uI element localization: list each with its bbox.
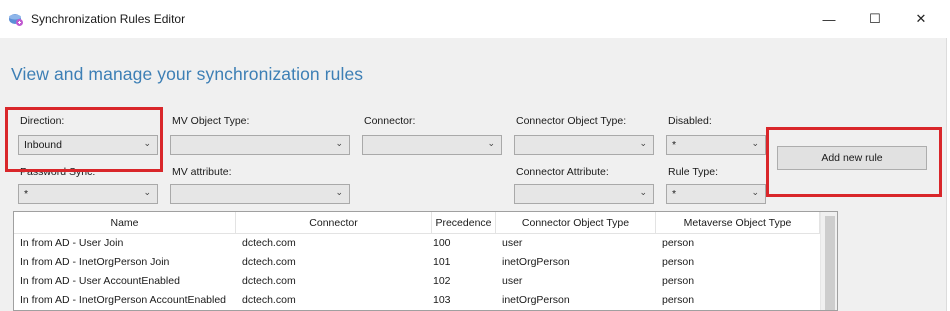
mv-object-type-combo[interactable]: ⌄ bbox=[170, 135, 350, 155]
maximize-button[interactable]: ☐ bbox=[852, 0, 898, 38]
close-button[interactable]: ✕ bbox=[898, 0, 944, 38]
row-4-precedence[interactable]: 103 bbox=[433, 294, 451, 306]
row-4-connector-object-type[interactable]: inetOrgPerson bbox=[502, 294, 570, 306]
rules-grid[interactable]: Name Connector Precedence Connector Obje… bbox=[13, 211, 838, 311]
column-header-precedence[interactable]: Precedence bbox=[432, 212, 496, 234]
chevron-down-icon: ⌄ bbox=[639, 187, 647, 197]
rule-type-value: * bbox=[672, 188, 677, 200]
password-sync-value: * bbox=[24, 188, 29, 200]
connector-attribute-label: Connector Attribute: bbox=[516, 166, 609, 178]
column-header-name[interactable]: Name bbox=[14, 212, 236, 234]
chevron-down-icon: ⌄ bbox=[335, 187, 343, 197]
chevron-down-icon: ⌄ bbox=[487, 138, 495, 148]
row-1-connector-object-type[interactable]: user bbox=[502, 237, 522, 249]
password-sync-combo[interactable]: * ⌄ bbox=[18, 184, 158, 204]
chevron-down-icon: ⌄ bbox=[143, 187, 151, 197]
disabled-label: Disabled: bbox=[668, 115, 712, 127]
column-header-connector[interactable]: Connector bbox=[236, 212, 432, 234]
row-2-name[interactable]: In from AD - InetOrgPerson Join bbox=[20, 256, 169, 268]
row-3-metaverse-object-type[interactable]: person bbox=[662, 275, 694, 287]
direction-highlight bbox=[5, 107, 163, 172]
row-2-metaverse-object-type[interactable]: person bbox=[662, 256, 694, 268]
row-3-connector-object-type[interactable]: user bbox=[502, 275, 522, 287]
close-icon: ✕ bbox=[915, 11, 927, 26]
minimize-button[interactable]: — bbox=[806, 0, 852, 38]
connector-object-type-combo[interactable]: ⌄ bbox=[514, 135, 654, 155]
connector-label: Connector: bbox=[364, 115, 416, 127]
row-2-connector[interactable]: dctech.com bbox=[242, 256, 296, 268]
row-3-name[interactable]: In from AD - User AccountEnabled bbox=[20, 275, 180, 287]
row-1-connector[interactable]: dctech.com bbox=[242, 237, 296, 249]
row-1-name[interactable]: In from AD - User Join bbox=[20, 237, 123, 249]
connector-combo[interactable]: ⌄ bbox=[362, 135, 502, 155]
title-bar: Synchronization Rules Editor — ☐ ✕ bbox=[0, 0, 950, 38]
mv-attribute-combo[interactable]: ⌄ bbox=[170, 184, 350, 204]
scrollbar-thumb[interactable] bbox=[825, 216, 835, 310]
row-3-precedence[interactable]: 102 bbox=[433, 275, 451, 287]
chevron-down-icon: ⌄ bbox=[639, 138, 647, 148]
row-4-name[interactable]: In from AD - InetOrgPerson AccountEnable… bbox=[20, 294, 226, 306]
chevron-down-icon: ⌄ bbox=[335, 138, 343, 148]
add-rule-highlight bbox=[766, 127, 942, 197]
vertical-scrollbar[interactable] bbox=[820, 212, 837, 310]
row-3-connector[interactable]: dctech.com bbox=[242, 275, 296, 287]
chevron-down-icon: ⌄ bbox=[751, 138, 759, 148]
chevron-down-icon: ⌄ bbox=[751, 187, 759, 197]
connector-attribute-combo[interactable]: ⌄ bbox=[514, 184, 654, 204]
minimize-icon: — bbox=[822, 11, 836, 27]
rule-type-label: Rule Type: bbox=[668, 166, 719, 178]
row-2-precedence[interactable]: 101 bbox=[433, 256, 451, 268]
row-1-precedence[interactable]: 100 bbox=[433, 237, 451, 249]
page-title: View and manage your synchronization rul… bbox=[11, 64, 364, 84]
row-4-connector[interactable]: dctech.com bbox=[242, 294, 296, 306]
disabled-value: * bbox=[672, 139, 677, 151]
connector-object-type-label: Connector Object Type: bbox=[516, 115, 627, 127]
window-edge bbox=[946, 38, 950, 311]
mv-attribute-label: MV attribute: bbox=[172, 166, 232, 178]
app-icon bbox=[9, 14, 23, 26]
disabled-combo[interactable]: * ⌄ bbox=[666, 135, 766, 155]
window-title: Synchronization Rules Editor bbox=[31, 12, 186, 26]
row-1-metaverse-object-type[interactable]: person bbox=[662, 237, 694, 249]
column-header-connector-object-type[interactable]: Connector Object Type bbox=[496, 212, 656, 234]
rule-type-combo[interactable]: * ⌄ bbox=[666, 184, 766, 204]
mv-object-type-label: MV Object Type: bbox=[172, 115, 250, 127]
column-header-metaverse-object-type[interactable]: Metaverse Object Type bbox=[656, 212, 820, 234]
maximize-icon: ☐ bbox=[869, 11, 881, 26]
row-2-connector-object-type[interactable]: inetOrgPerson bbox=[502, 256, 570, 268]
row-4-metaverse-object-type[interactable]: person bbox=[662, 294, 694, 306]
